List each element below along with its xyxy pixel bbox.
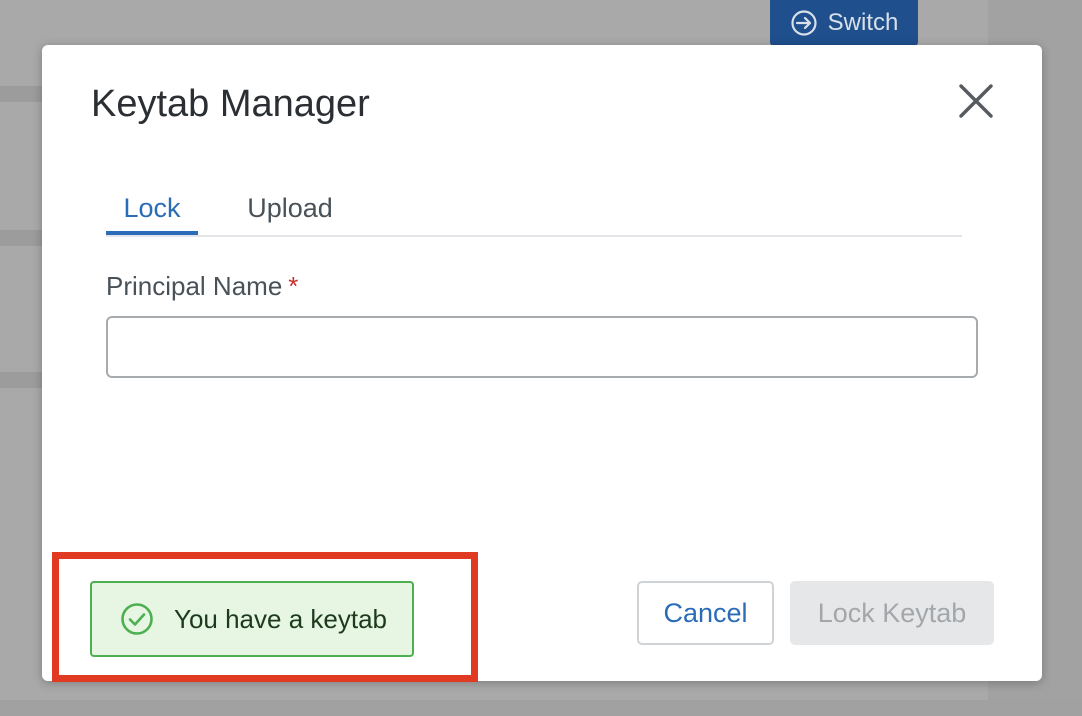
background-footer bbox=[0, 700, 1082, 716]
principal-name-label: Principal Name * bbox=[106, 271, 298, 302]
tab-lock[interactable]: Lock bbox=[106, 183, 198, 235]
tab-bar: Lock Upload bbox=[106, 183, 962, 237]
lock-keytab-button[interactable]: Lock Keytab bbox=[790, 581, 994, 645]
arrow-right-circle-icon bbox=[790, 9, 818, 37]
dialog-title: Keytab Manager bbox=[91, 83, 370, 125]
close-icon bbox=[959, 83, 993, 123]
keytab-status-badge: You have a keytab bbox=[90, 581, 414, 657]
close-button[interactable] bbox=[954, 81, 998, 125]
check-circle-icon bbox=[120, 602, 154, 636]
tab-upload[interactable]: Upload bbox=[240, 183, 340, 233]
status-text: You have a keytab bbox=[174, 603, 387, 634]
switch-button[interactable]: Switch bbox=[770, 0, 918, 46]
cancel-button[interactable]: Cancel bbox=[637, 581, 774, 645]
principal-name-input[interactable] bbox=[106, 316, 978, 378]
switch-label: Switch bbox=[827, 9, 899, 36]
keytab-manager-dialog: Keytab Manager Lock Upload Principal Nam… bbox=[42, 45, 1042, 681]
required-indicator: * bbox=[288, 271, 299, 301]
principal-name-label-text: Principal Name bbox=[106, 271, 283, 301]
